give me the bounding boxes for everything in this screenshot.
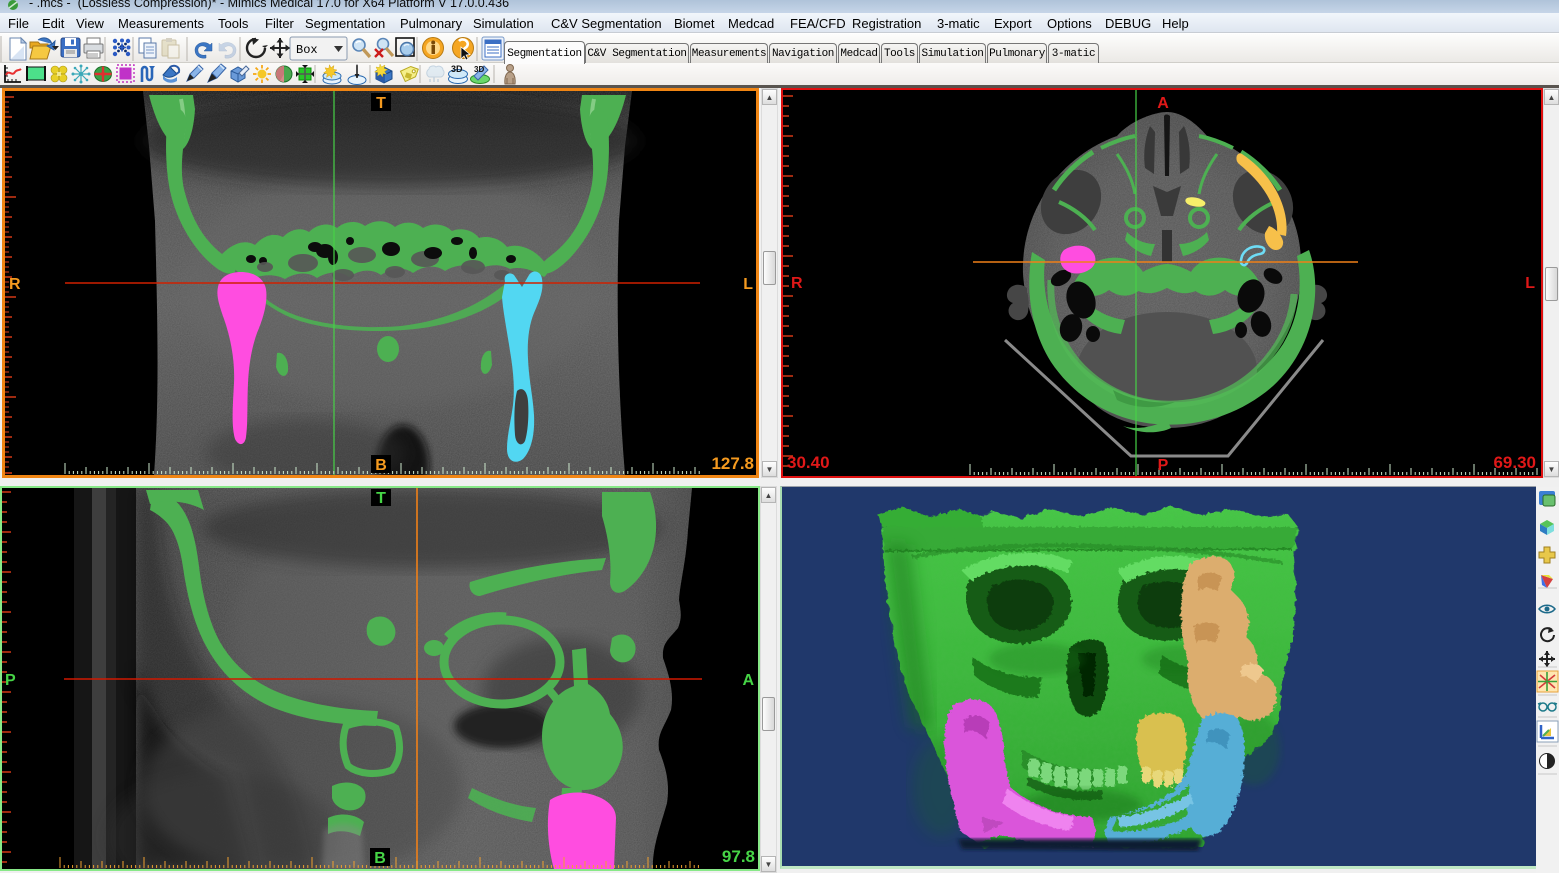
svg-text:T: T: [376, 490, 386, 507]
svg-text:69.30: 69.30: [1493, 453, 1536, 472]
svg-text:P: P: [5, 672, 16, 689]
svg-text:R: R: [9, 276, 21, 293]
svg-text:3D: 3D: [451, 64, 463, 74]
svg-text:L: L: [743, 276, 753, 293]
svg-text:3D: 3D: [474, 65, 484, 74]
svg-text:A: A: [1157, 95, 1169, 112]
svg-text:R: R: [791, 275, 803, 292]
svg-text:127.8: 127.8: [711, 454, 754, 473]
svg-text:97.8: 97.8: [722, 847, 755, 866]
svg-text:B: B: [375, 457, 387, 474]
svg-text:B: B: [374, 850, 386, 867]
svg-text:T: T: [376, 95, 386, 112]
svg-text:P: P: [1158, 457, 1169, 474]
svg-text:30.40: 30.40: [787, 453, 830, 472]
svg-text:A: A: [742, 672, 754, 689]
svg-text:L: L: [1525, 275, 1535, 292]
